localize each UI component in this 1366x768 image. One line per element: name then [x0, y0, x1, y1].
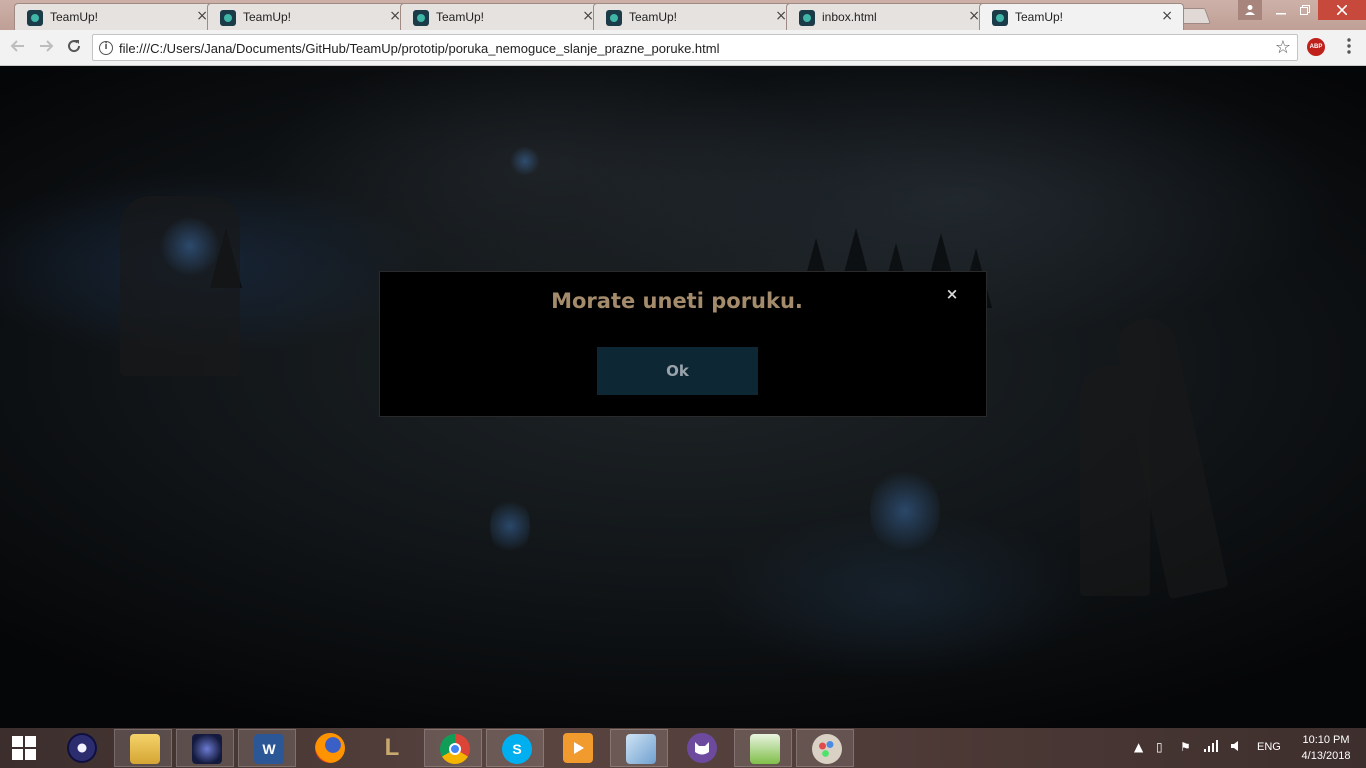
tray-time[interactable]: 10:10 PM — [1296, 734, 1356, 746]
taskbar-item-virtualbox[interactable] — [610, 729, 668, 767]
background-glow — [490, 496, 530, 556]
restore-icon[interactable] — [1290, 0, 1320, 20]
taskbar: W L S ▲ ▯ ⚑ ENG 10:10 PM 4/13/2018 — [0, 728, 1366, 768]
firefox-icon — [315, 733, 345, 763]
tray-language[interactable]: ENG — [1257, 741, 1281, 753]
taskbar-item-eclipse[interactable] — [52, 729, 110, 767]
background-glow — [160, 216, 220, 276]
address-bar[interactable]: i file:///C:/Users/Jana/Documents/GitHub… — [92, 34, 1298, 61]
tray-flag-icon[interactable]: ⚑ — [1180, 740, 1191, 754]
teamup-favicon-icon — [220, 10, 236, 26]
tray-device-icon[interactable]: ▯ — [1156, 740, 1163, 754]
taskbar-item-paint[interactable] — [796, 729, 854, 767]
user-profile-icon[interactable] — [1238, 0, 1262, 20]
ok-button[interactable]: Ok — [597, 347, 758, 395]
forward-arrow-icon[interactable] — [36, 38, 56, 58]
tab-title: TeamUp! — [1015, 10, 1064, 24]
page-background: Morate uneti poruku. × Ok — [0, 66, 1366, 728]
league-icon: L — [384, 734, 400, 761]
eclipse-icon — [67, 733, 97, 763]
skype-icon: S — [502, 734, 532, 764]
github-cat-icon — [687, 733, 717, 763]
taskbar-item-firefox[interactable] — [300, 729, 358, 767]
tray-network-icon[interactable] — [1204, 740, 1218, 755]
taskbar-item-word[interactable]: W — [238, 729, 296, 767]
teamup-favicon-icon — [799, 10, 815, 26]
info-icon[interactable]: i — [99, 41, 113, 55]
play-icon — [563, 733, 593, 763]
background-glow — [510, 146, 540, 176]
cube-icon — [626, 734, 656, 764]
tab-title: TeamUp! — [243, 10, 292, 24]
taskbar-item-github[interactable] — [672, 729, 730, 767]
windows-start-icon[interactable] — [0, 728, 50, 768]
game-icon — [192, 734, 222, 764]
kebab-menu-icon[interactable] — [1342, 38, 1356, 58]
teamup-favicon-icon — [413, 10, 429, 26]
tray-chevron-up-icon[interactable]: ▲ — [1134, 740, 1143, 754]
taskbar-item-notepad-plus-plus[interactable] — [734, 729, 792, 767]
teamup-favicon-icon — [606, 10, 622, 26]
background-glow — [870, 466, 940, 556]
tab-close-icon[interactable]: × — [1161, 8, 1173, 24]
tab-6-active[interactable]: TeamUp! × — [979, 3, 1184, 30]
modal-message: Morate uneti poruku. — [551, 289, 803, 313]
tab-2[interactable]: TeamUp! × — [207, 3, 412, 30]
folder-icon — [130, 734, 160, 764]
taskbar-item-chrome[interactable] — [424, 729, 482, 767]
reload-icon[interactable] — [64, 38, 84, 58]
chrome-icon — [440, 734, 470, 764]
tab-strip: TeamUp! × TeamUp! × TeamUp! × TeamUp! × … — [0, 0, 1366, 30]
word-icon: W — [254, 734, 284, 764]
alert-modal: Morate uneti poruku. × Ok — [379, 271, 987, 417]
tab-4[interactable]: TeamUp! × — [593, 3, 798, 30]
url-text[interactable]: file:///C:/Users/Jana/Documents/GitHub/T… — [119, 41, 719, 56]
tab-3[interactable]: TeamUp! × — [400, 3, 605, 30]
adblock-plus-icon[interactable]: ABP — [1307, 38, 1325, 56]
taskbar-item-skype[interactable]: S — [486, 729, 544, 767]
tab-1[interactable]: TeamUp! × — [14, 3, 219, 30]
tray-volume-icon[interactable] — [1230, 740, 1242, 755]
taskbar-item-league-of-legends[interactable]: L — [362, 729, 420, 767]
palette-icon — [812, 734, 842, 764]
tab-title: TeamUp! — [436, 10, 485, 24]
tab-title: inbox.html — [822, 10, 877, 24]
back-arrow-icon[interactable] — [8, 38, 28, 58]
window-close-icon[interactable] — [1318, 0, 1366, 20]
close-icon[interactable]: × — [945, 286, 959, 302]
taskbar-item-game[interactable] — [176, 729, 234, 767]
browser-toolbar: i file:///C:/Users/Jana/Documents/GitHub… — [0, 30, 1366, 66]
tab-title: TeamUp! — [629, 10, 678, 24]
teamup-favicon-icon — [27, 10, 43, 26]
teamup-favicon-icon — [992, 10, 1008, 26]
star-icon[interactable]: ☆ — [1275, 37, 1291, 58]
notepad-icon — [750, 734, 780, 764]
tab-title: TeamUp! — [50, 10, 99, 24]
taskbar-item-file-explorer[interactable] — [114, 729, 172, 767]
tray-date[interactable]: 4/13/2018 — [1296, 750, 1356, 762]
taskbar-item-media-player[interactable] — [548, 729, 606, 767]
tab-5[interactable]: inbox.html × — [786, 3, 991, 30]
